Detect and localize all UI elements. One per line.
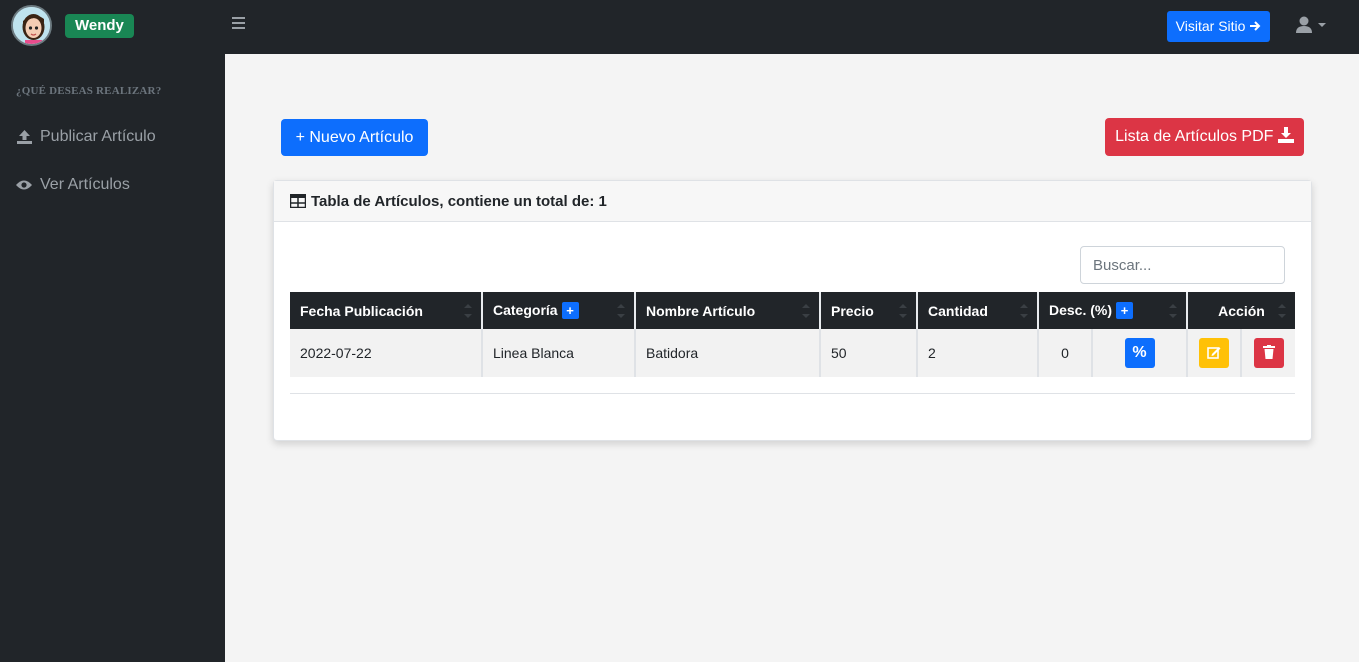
- user-icon: [1296, 16, 1326, 33]
- upload-icon: [16, 129, 32, 145]
- cell-cantidad: 2: [917, 329, 1039, 377]
- trash-icon: [1262, 345, 1275, 359]
- user-avatar[interactable]: [11, 5, 52, 46]
- column-header-precio[interactable]: Precio: [820, 292, 918, 329]
- sort-icon: [802, 304, 810, 318]
- column-header-descuento[interactable]: Desc. (%) +: [1038, 292, 1188, 329]
- pdf-list-button[interactable]: Lista de Artículos PDF: [1105, 118, 1304, 156]
- card-title: Tabla de Artículos, contiene un total de…: [311, 192, 607, 210]
- arrow-right-icon: [1249, 18, 1261, 34]
- column-header-accion: Acción: [1187, 292, 1295, 329]
- plus-icon[interactable]: +: [1116, 302, 1134, 320]
- menu-toggle-icon[interactable]: [232, 17, 246, 31]
- sort-icon: [464, 304, 472, 318]
- articles-card: Tabla de Artículos, contiene un total de…: [273, 180, 1312, 441]
- username-badge: Wendy: [65, 14, 134, 38]
- cell-precio: 50: [820, 329, 918, 377]
- cell-categoria: Linea Blanca: [482, 329, 636, 377]
- card-header: Tabla de Artículos, contiene un total de…: [274, 181, 1311, 222]
- pdf-list-label: Lista de Artículos PDF: [1115, 128, 1274, 145]
- cell-descuento: 0: [1038, 329, 1093, 377]
- column-header-nombre[interactable]: Nombre Artículo: [635, 292, 821, 329]
- top-navbar: Wendy Visitar Sitio: [0, 0, 1359, 54]
- column-header-categoria[interactable]: Categoría +: [482, 292, 636, 329]
- cell-delete-action: [1241, 329, 1295, 377]
- sidebar-item-publicar[interactable]: Publicar Artículo: [16, 125, 156, 149]
- divider: [290, 393, 1295, 394]
- sidebar-item-ver[interactable]: Ver Artículos: [16, 173, 130, 197]
- new-article-button[interactable]: + Nuevo Artículo: [281, 119, 428, 156]
- sidebar: ¿QUÉ DESEAS REALIZAR? Publicar Artículo …: [0, 54, 225, 662]
- download-icon: [1277, 127, 1294, 145]
- edit-icon: [1207, 347, 1221, 359]
- column-header-cantidad[interactable]: Cantidad: [917, 292, 1039, 329]
- sidebar-item-label: Ver Artículos: [40, 176, 130, 193]
- visit-site-button[interactable]: Visitar Sitio: [1167, 11, 1270, 42]
- eye-icon: [16, 177, 32, 193]
- column-header-fecha[interactable]: Fecha Publicación: [290, 292, 483, 329]
- table-row: 2022-07-22 Linea Blanca Batidora 50 2 0 …: [290, 329, 1295, 377]
- sort-icon: [899, 304, 907, 318]
- sidebar-item-label: Publicar Artículo: [40, 128, 156, 145]
- delete-button[interactable]: [1253, 338, 1284, 368]
- cell-edit-action: [1187, 329, 1242, 377]
- articles-table: Fecha Publicación Categoría + Nombre Artí…: [290, 292, 1295, 377]
- visit-site-label: Visitar Sitio: [1175, 18, 1246, 34]
- plus-icon[interactable]: +: [561, 302, 579, 320]
- discount-button[interactable]: %: [1124, 338, 1155, 368]
- search-input[interactable]: [1080, 246, 1285, 284]
- sort-icon: [1020, 304, 1028, 318]
- user-dropdown[interactable]: [1294, 15, 1330, 37]
- sort-icon: [1169, 304, 1177, 318]
- sidebar-heading: ¿QUÉ DESEAS REALIZAR?: [16, 85, 162, 97]
- sort-icon: [1278, 304, 1286, 318]
- edit-button[interactable]: [1199, 338, 1229, 368]
- cell-discount-action: %: [1092, 329, 1188, 377]
- sort-icon: [617, 304, 625, 318]
- table-icon: [289, 193, 307, 209]
- cell-nombre: Batidora: [635, 329, 821, 377]
- cell-fecha: 2022-07-22: [290, 329, 483, 377]
